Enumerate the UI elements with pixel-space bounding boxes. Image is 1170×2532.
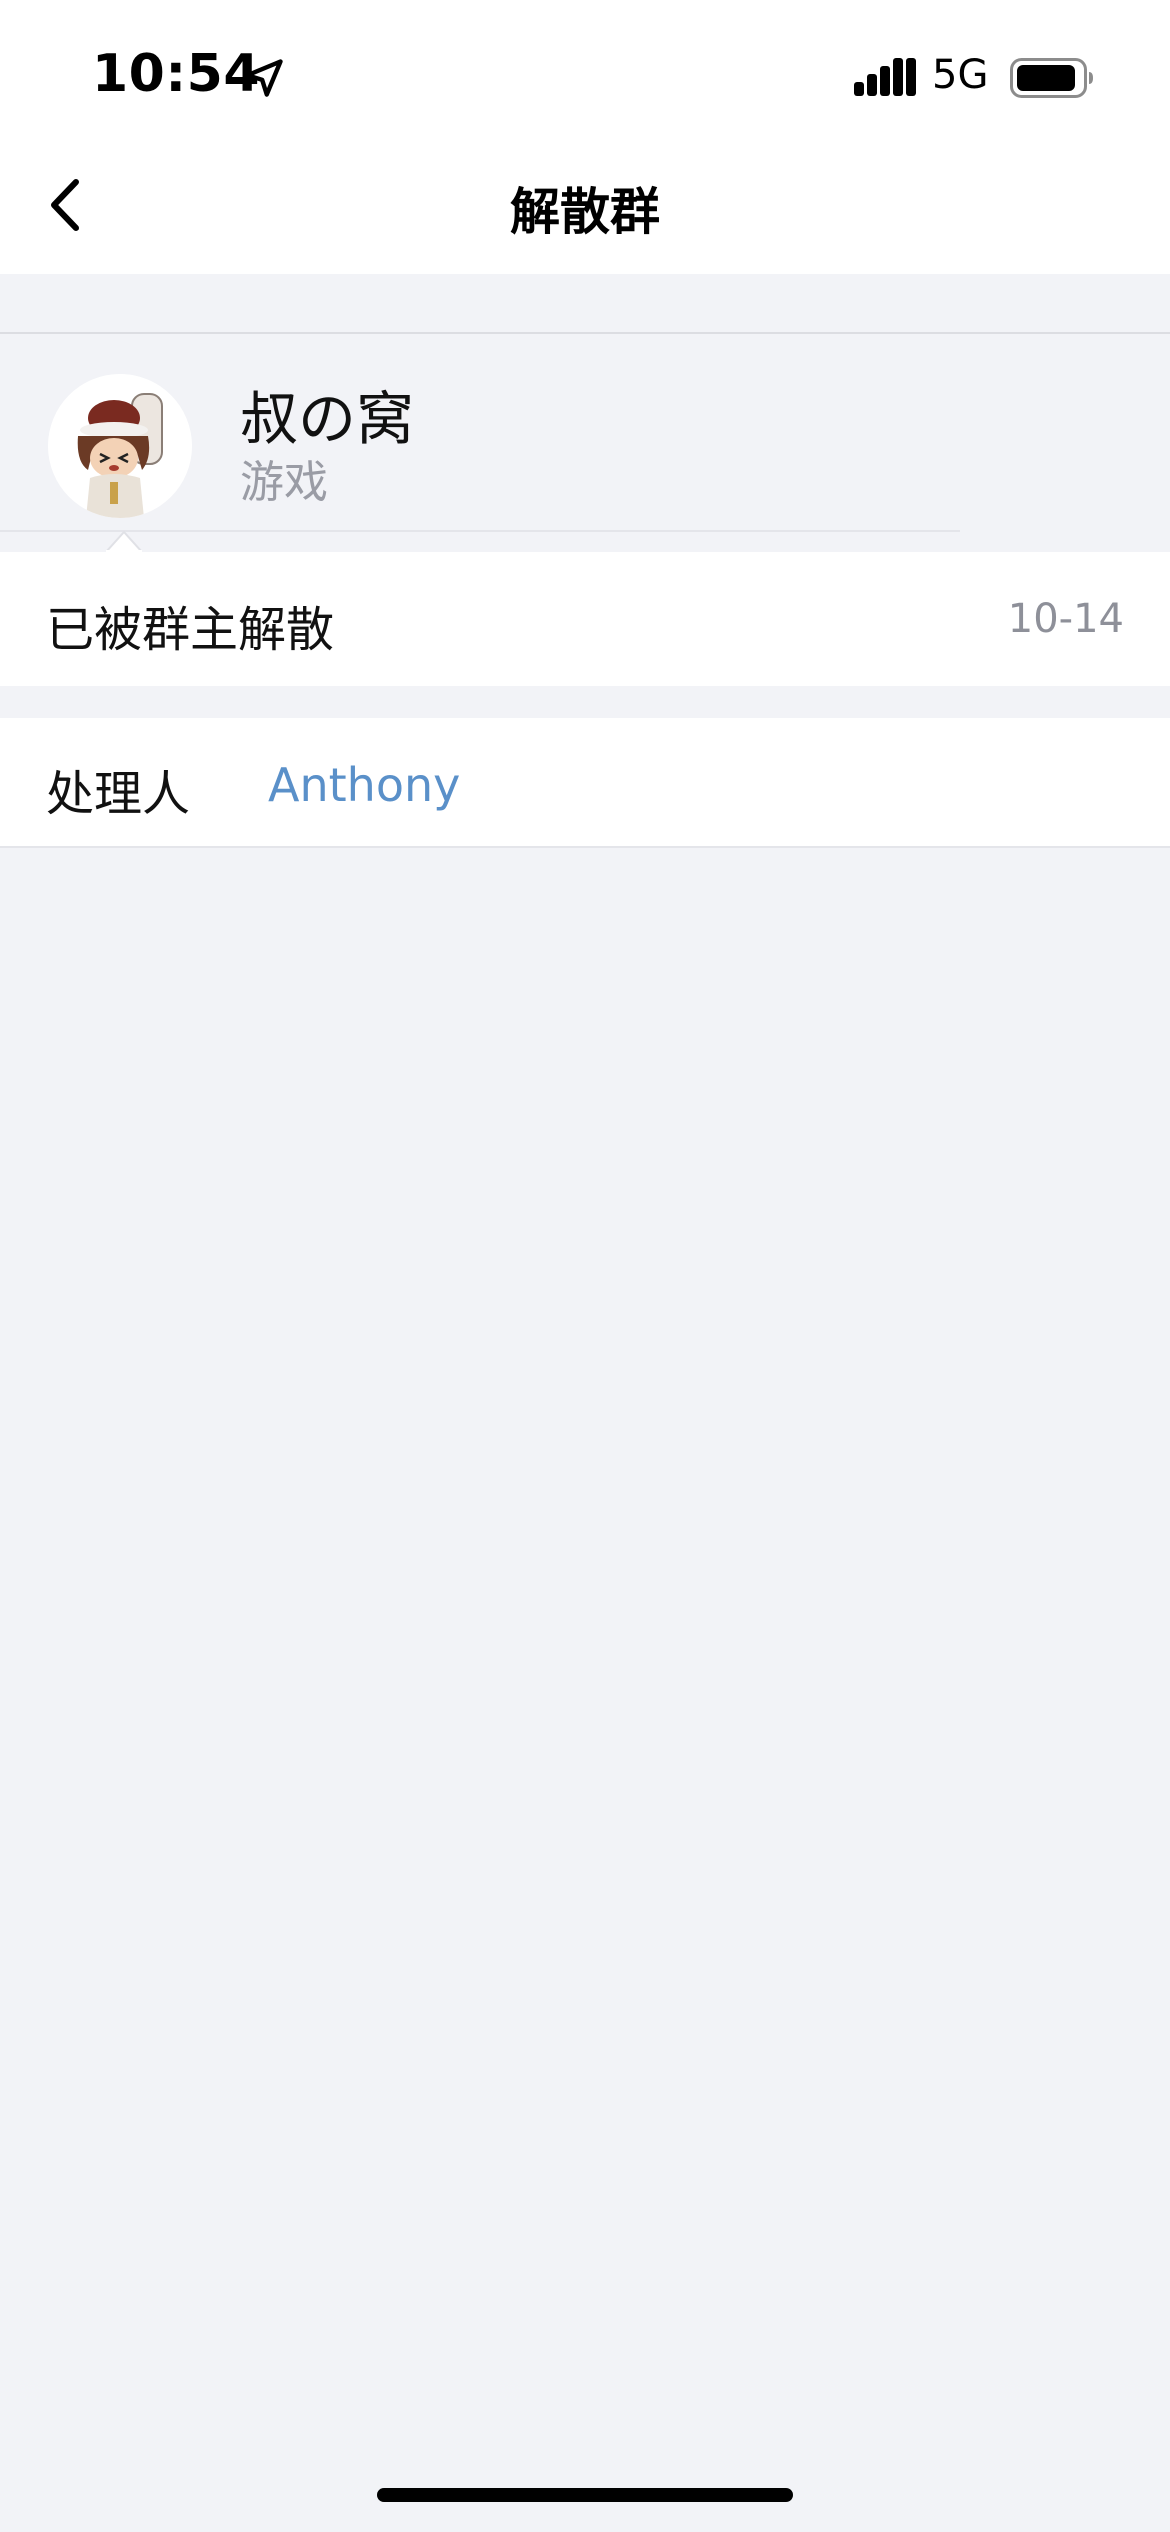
dissolved-notice-text: 已被群主解散: [46, 602, 335, 658]
divider: [0, 530, 960, 532]
location-arrow-icon: [245, 59, 283, 97]
notice-date: 10-14: [1007, 596, 1124, 642]
page-title: 解散群: [510, 183, 660, 241]
network-type: 5G: [932, 52, 989, 98]
handler-name-link[interactable]: Anthony: [268, 758, 460, 812]
nav-bar: 解散群: [0, 140, 1170, 274]
dissolved-notice-row: 已被群主解散 10-14: [0, 530, 1170, 686]
status-time: 10:54: [92, 44, 261, 104]
cellular-signal-icon: [854, 58, 916, 96]
handler-row: 处理人 Anthony: [0, 718, 1170, 848]
status-bar: 10:54 5G: [0, 0, 1170, 140]
pointer-arrow: [106, 530, 142, 552]
battery-icon: [1010, 58, 1093, 98]
group-name: 叔の窝: [240, 385, 415, 453]
cartoon-character-icon: [48, 374, 192, 518]
group-avatar[interactable]: [48, 374, 192, 518]
home-indicator[interactable]: [377, 2488, 793, 2502]
group-header: 叔の窝 游戏: [0, 332, 1170, 554]
group-category: 游戏: [240, 457, 328, 508]
handler-label: 处理人: [46, 766, 191, 822]
